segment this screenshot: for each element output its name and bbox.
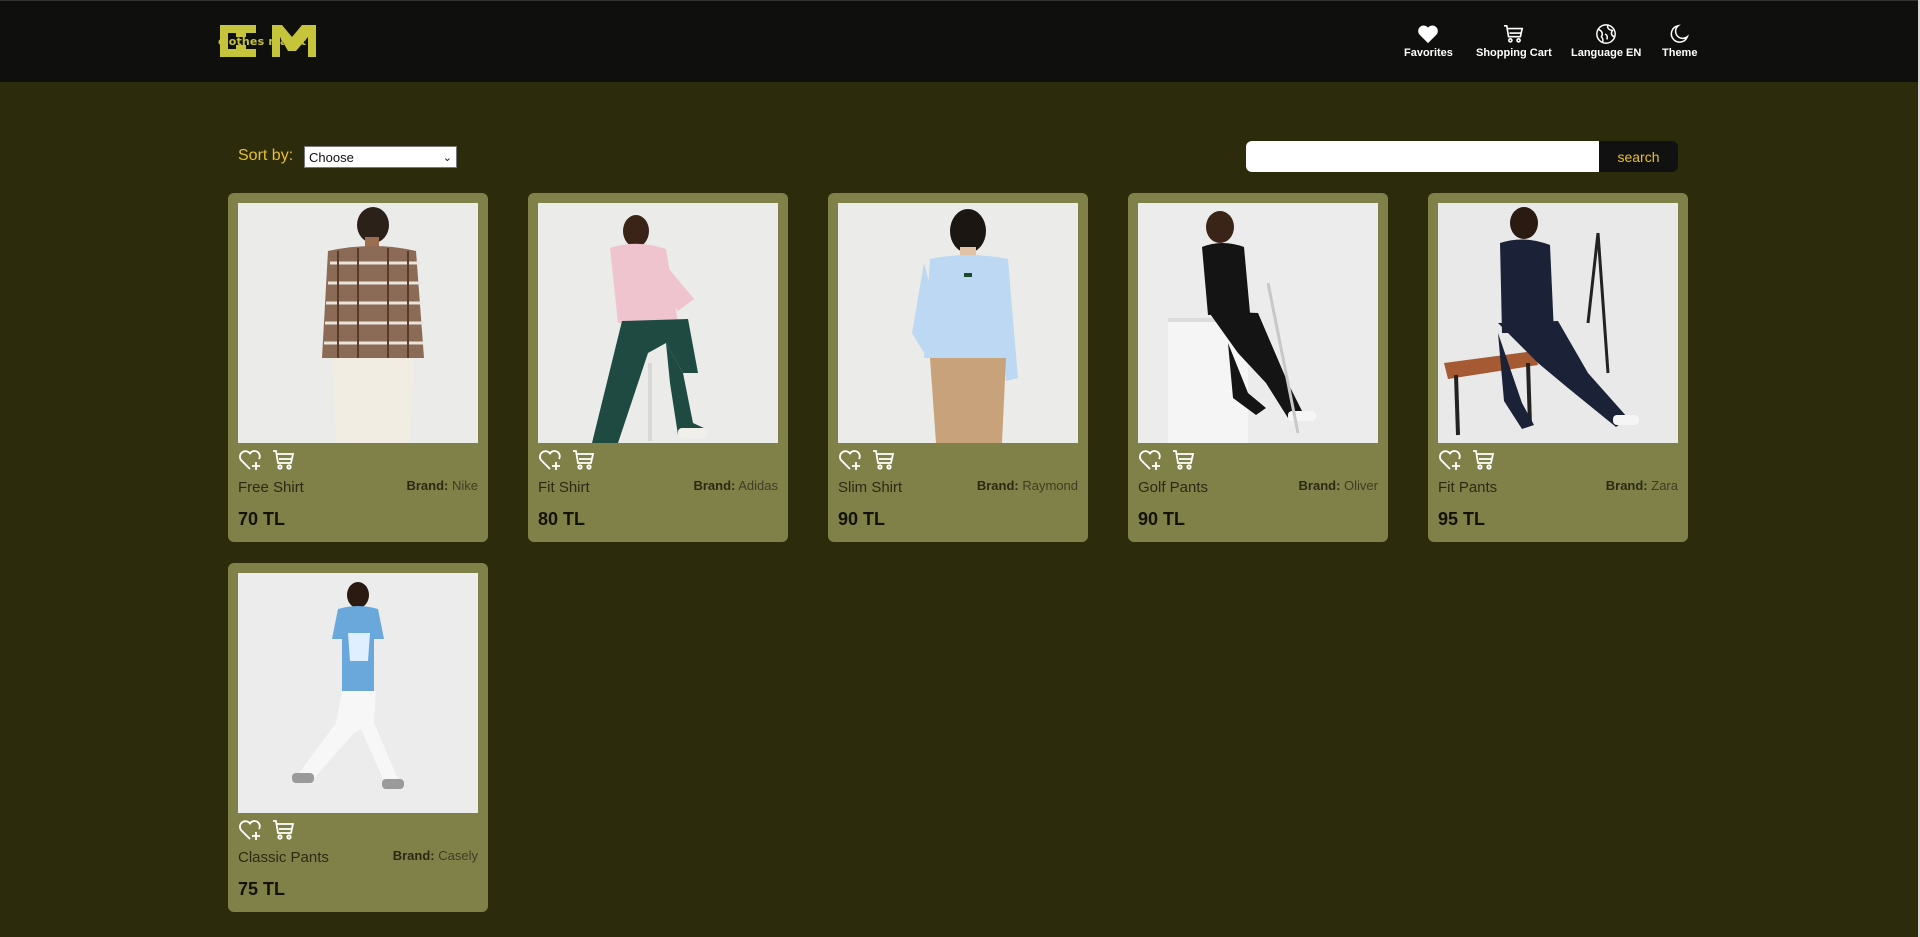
sort-select[interactable]: Choose ⌄ [304, 146, 457, 168]
product-price: 90 TL [1138, 509, 1186, 529]
add-to-cart-icon[interactable] [272, 819, 296, 841]
nav-favorites-label: Favorites [1404, 47, 1453, 59]
search-input[interactable] [1246, 141, 1599, 172]
product-brand: Brand: Raymond [977, 478, 1078, 493]
top-navbar: clothes markt Favorites Shopping Cart La… [0, 0, 1918, 82]
heart-icon [1416, 23, 1440, 45]
nav-language[interactable]: Language EN [1571, 23, 1641, 63]
add-to-cart-icon[interactable] [872, 449, 896, 471]
search-button[interactable]: search [1599, 141, 1678, 172]
product-price: 95 TL [1438, 509, 1486, 529]
product-image[interactable] [838, 203, 1078, 443]
product-brand: Brand: Casely [393, 848, 478, 863]
sort-select-value: Choose [309, 149, 354, 165]
product-image[interactable] [238, 573, 478, 813]
add-to-cart-icon[interactable] [572, 449, 596, 471]
brand-prefix: Brand: [1605, 478, 1648, 493]
add-to-cart-icon[interactable] [1172, 449, 1196, 471]
sort-label: Sort by: [238, 147, 294, 164]
product-name: Golf Pants [1138, 479, 1209, 496]
brand-prefix: Brand: [976, 478, 1019, 493]
product-name: Free Shirt [238, 479, 304, 496]
nav-shopping-cart-label: Shopping Cart [1476, 47, 1552, 59]
add-favorite-icon[interactable] [838, 449, 862, 471]
product-brand: Brand: Oliver [1299, 478, 1378, 493]
product-price: 90 TL [838, 509, 886, 529]
chevron-down-icon: ⌄ [442, 151, 452, 164]
product-image[interactable] [1438, 203, 1678, 443]
product-name: Classic Pants [238, 849, 329, 866]
brand-value: Raymond [1022, 478, 1078, 493]
add-favorite-icon[interactable] [1138, 449, 1162, 471]
nav-theme[interactable]: Theme [1662, 23, 1697, 63]
brand-value: Adidas [738, 478, 778, 493]
cart-icon [1502, 23, 1526, 45]
brand-prefix: Brand: [392, 848, 435, 863]
site-logo[interactable]: clothes markt [216, 21, 320, 61]
moon-icon [1668, 23, 1692, 45]
logo-text: clothes markt [218, 35, 307, 48]
product-brand: Brand: Adidas [693, 478, 778, 493]
product-card[interactable]: Golf Pants Brand: Oliver 90 TL [1128, 193, 1388, 542]
product-price: 70 TL [238, 509, 286, 529]
brand-prefix: Brand: [693, 478, 736, 493]
nav-language-label: Language EN [1571, 47, 1642, 59]
add-to-cart-icon[interactable] [272, 449, 296, 471]
add-favorite-icon[interactable] [238, 449, 262, 471]
brand-value: Nike [451, 478, 478, 493]
product-card[interactable]: Fit Shirt Brand: Adidas 80 TL [528, 193, 788, 542]
product-name: Fit Pants [1438, 479, 1498, 496]
brand-prefix: Brand: [1298, 478, 1341, 493]
product-image[interactable] [238, 203, 478, 443]
add-favorite-icon[interactable] [1438, 449, 1462, 471]
product-brand: Brand: Zara [1606, 478, 1678, 493]
add-favorite-icon[interactable] [238, 819, 262, 841]
nav-theme-label: Theme [1662, 47, 1698, 59]
product-image[interactable] [1138, 203, 1378, 443]
brand-prefix: Brand: [406, 478, 449, 493]
brand-value: Oliver [1344, 478, 1378, 493]
product-name: Fit Shirt [538, 479, 590, 496]
product-brand: Brand: Nike [406, 478, 478, 493]
product-card[interactable]: Free Shirt Brand: Nike 70 TL [228, 193, 488, 542]
brand-value: Casely [438, 848, 478, 863]
product-card[interactable]: Classic Pants Brand: Casely 75 TL [228, 563, 488, 912]
product-price: 80 TL [538, 509, 586, 529]
nav-favorites[interactable]: Favorites [1404, 23, 1453, 63]
product-card[interactable]: Slim Shirt Brand: Raymond 90 TL [828, 193, 1088, 542]
product-image[interactable] [538, 203, 778, 443]
nav-shopping-cart[interactable]: Shopping Cart [1476, 23, 1552, 63]
product-card[interactable]: Fit Pants Brand: Zara 95 TL [1428, 193, 1688, 542]
add-to-cart-icon[interactable] [1472, 449, 1496, 471]
brand-value: Zara [1651, 478, 1678, 493]
add-favorite-icon[interactable] [538, 449, 562, 471]
product-name: Slim Shirt [838, 479, 903, 496]
globe-icon [1594, 23, 1618, 45]
product-price: 75 TL [238, 879, 286, 899]
